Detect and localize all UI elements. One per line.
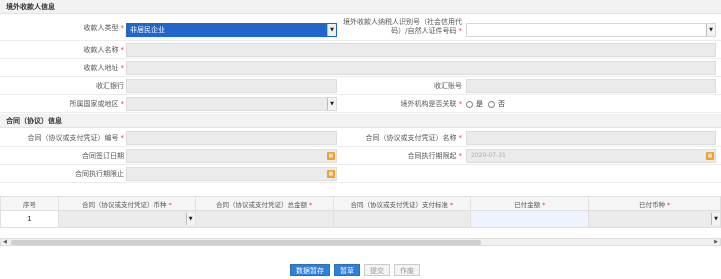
related-yes-label: 是 bbox=[476, 100, 483, 108]
payee-taxid-select[interactable]: ▼ bbox=[466, 23, 716, 37]
col-header-index: 序号 bbox=[0, 196, 59, 211]
row-contract-no: 合同（协议或支付凭证）编号 * 合同（协议或支付凭证）名称 * bbox=[0, 129, 721, 147]
cell-standard-input[interactable] bbox=[332, 210, 472, 228]
row-payee-bank: 收汇银行 收汇账号 bbox=[0, 77, 721, 95]
cell-currency-select[interactable]: ▼ bbox=[57, 210, 196, 228]
contract-no-input[interactable] bbox=[126, 131, 337, 145]
calendar-icon[interactable]: ▦ bbox=[327, 152, 335, 160]
submit-button[interactable]: 提交 bbox=[364, 264, 390, 276]
section-contract-header: 合同（协议）信息 bbox=[0, 114, 721, 128]
col-header-paid-currency: 已付币种 * bbox=[588, 196, 721, 211]
contract-sign-date-input[interactable]: ▦ bbox=[126, 149, 337, 163]
chevron-down-icon[interactable]: ▼ bbox=[706, 24, 715, 36]
row-contract-end: 合同执行期限止 ▦ bbox=[0, 165, 721, 183]
contract-sign-date-label: 合同签订日期 bbox=[82, 152, 124, 160]
payee-country-select[interactable]: ▼ bbox=[126, 97, 337, 111]
chevron-down-icon[interactable]: ▼ bbox=[327, 24, 336, 36]
scroll-left-arrow-icon[interactable]: ◀ bbox=[3, 239, 7, 246]
void-button[interactable]: 作废 bbox=[394, 264, 420, 276]
payee-type-select[interactable]: 非居民企业 ▼ bbox=[126, 23, 337, 37]
payee-country-label: 所属国家或地区 * bbox=[69, 100, 125, 108]
payee-type-value: 非居民企业 bbox=[130, 26, 165, 34]
calendar-icon[interactable]: ▦ bbox=[706, 152, 714, 160]
row-payee-name: 收款人名称 * bbox=[0, 41, 721, 59]
payee-name-input[interactable] bbox=[126, 43, 716, 57]
contract-end-label: 合同执行期限止 bbox=[75, 170, 124, 178]
horizontal-scrollbar[interactable]: ◀ ▶ bbox=[0, 238, 721, 246]
payee-bank-label: 收汇银行 bbox=[96, 82, 124, 90]
payee-form: 收款人类型 * 非居民企业 ▼ 境外收款人纳税人识别号（社会信用代码）/自然人证件… bbox=[0, 15, 721, 113]
contract-name-label: 合同（协议或支付凭证）名称 * bbox=[365, 134, 463, 142]
related-no-radio[interactable] bbox=[488, 100, 495, 108]
calendar-icon[interactable]: ▦ bbox=[327, 170, 335, 178]
payment-table: 序号 合同（协议或支付凭证）币种 * 合同（协议或支付凭证）总金额 * 合同（协议或… bbox=[0, 196, 721, 228]
chevron-down-icon[interactable]: ▼ bbox=[711, 213, 720, 225]
contract-end-input[interactable]: ▦ bbox=[126, 167, 337, 181]
section-payee-title: 境外收款人信息 bbox=[6, 3, 55, 11]
table-header-row: 序号 合同（协议或支付凭证）币种 * 合同（协议或支付凭证）总金额 * 合同（协议或… bbox=[0, 196, 721, 211]
row-payee-country: 所属国家或地区 * ▼ 境外机构是否关联 * 是 否 bbox=[0, 95, 721, 113]
row-payee-address: 收款人地址 * bbox=[0, 59, 721, 77]
payee-account-input[interactable] bbox=[466, 79, 716, 93]
action-bar: 数据暂存 暂草 提交 作废 bbox=[290, 264, 420, 276]
col-header-paid-amount: 已付金额 * bbox=[470, 196, 590, 211]
cell-paid-currency-select[interactable]: ▼ bbox=[588, 210, 721, 228]
contract-start-input[interactable]: 2020-07-31 ▦ bbox=[466, 149, 716, 163]
payee-address-label: 收款人地址 * bbox=[83, 64, 125, 72]
contract-start-placeholder: 2020-07-31 bbox=[471, 152, 506, 159]
row-payee-type: 收款人类型 * 非居民企业 ▼ 境外收款人纳税人识别号（社会信用代码）/自然人证件… bbox=[0, 15, 721, 41]
contract-no-label: 合同（协议或支付凭证）编号 * bbox=[27, 134, 125, 142]
payee-bank-input[interactable] bbox=[126, 79, 337, 93]
payee-name-label: 收款人名称 * bbox=[83, 46, 125, 54]
chevron-down-icon[interactable]: ▼ bbox=[327, 98, 336, 110]
section-payee-header: 境外收款人信息 bbox=[0, 0, 721, 14]
contract-form: 合同（协议或支付凭证）编号 * 合同（协议或支付凭证）名称 * 合同签订日期 ▦ 合… bbox=[0, 129, 721, 183]
cell-index: 1 bbox=[0, 210, 59, 228]
scrollbar-thumb[interactable] bbox=[11, 240, 481, 245]
cell-total-input[interactable] bbox=[194, 210, 334, 228]
col-header-currency: 合同（协议或支付凭证）币种 * bbox=[57, 196, 196, 211]
row-contract-dates: 合同签订日期 ▦ 合同执行期限起 * 2020-07-31 ▦ bbox=[0, 147, 721, 165]
payee-address-input[interactable] bbox=[126, 61, 716, 75]
related-yes-radio[interactable] bbox=[466, 100, 473, 108]
contract-name-input[interactable] bbox=[466, 131, 716, 145]
payee-taxid-label: 境外收款人纳税人识别号（社会信用代码）/自然人证件号码 * bbox=[343, 18, 462, 35]
col-header-total: 合同（协议或支付凭证）总金额 * bbox=[194, 196, 334, 211]
payee-type-label: 收款人类型 * bbox=[83, 24, 125, 32]
scroll-right-arrow-icon[interactable]: ▶ bbox=[714, 239, 718, 246]
save-data-button[interactable]: 数据暂存 bbox=[290, 264, 330, 276]
save-draft-button[interactable]: 暂草 bbox=[334, 264, 360, 276]
col-header-standard: 合同（协议或支付凭证）支付标准 * bbox=[332, 196, 472, 211]
payee-account-label: 收汇账号 bbox=[434, 82, 462, 90]
payee-related-radio-group: 是 否 bbox=[466, 95, 505, 113]
contract-start-label: 合同执行期限起 * bbox=[407, 152, 463, 160]
payee-related-label: 境外机构是否关联 * bbox=[400, 100, 463, 108]
related-no-label: 否 bbox=[498, 100, 505, 108]
cell-paid-amount-input[interactable] bbox=[470, 210, 590, 228]
section-contract-title: 合同（协议）信息 bbox=[6, 117, 62, 125]
table-row: 1 ▼ ▼ bbox=[0, 210, 721, 228]
chevron-down-icon[interactable]: ▼ bbox=[185, 213, 195, 225]
